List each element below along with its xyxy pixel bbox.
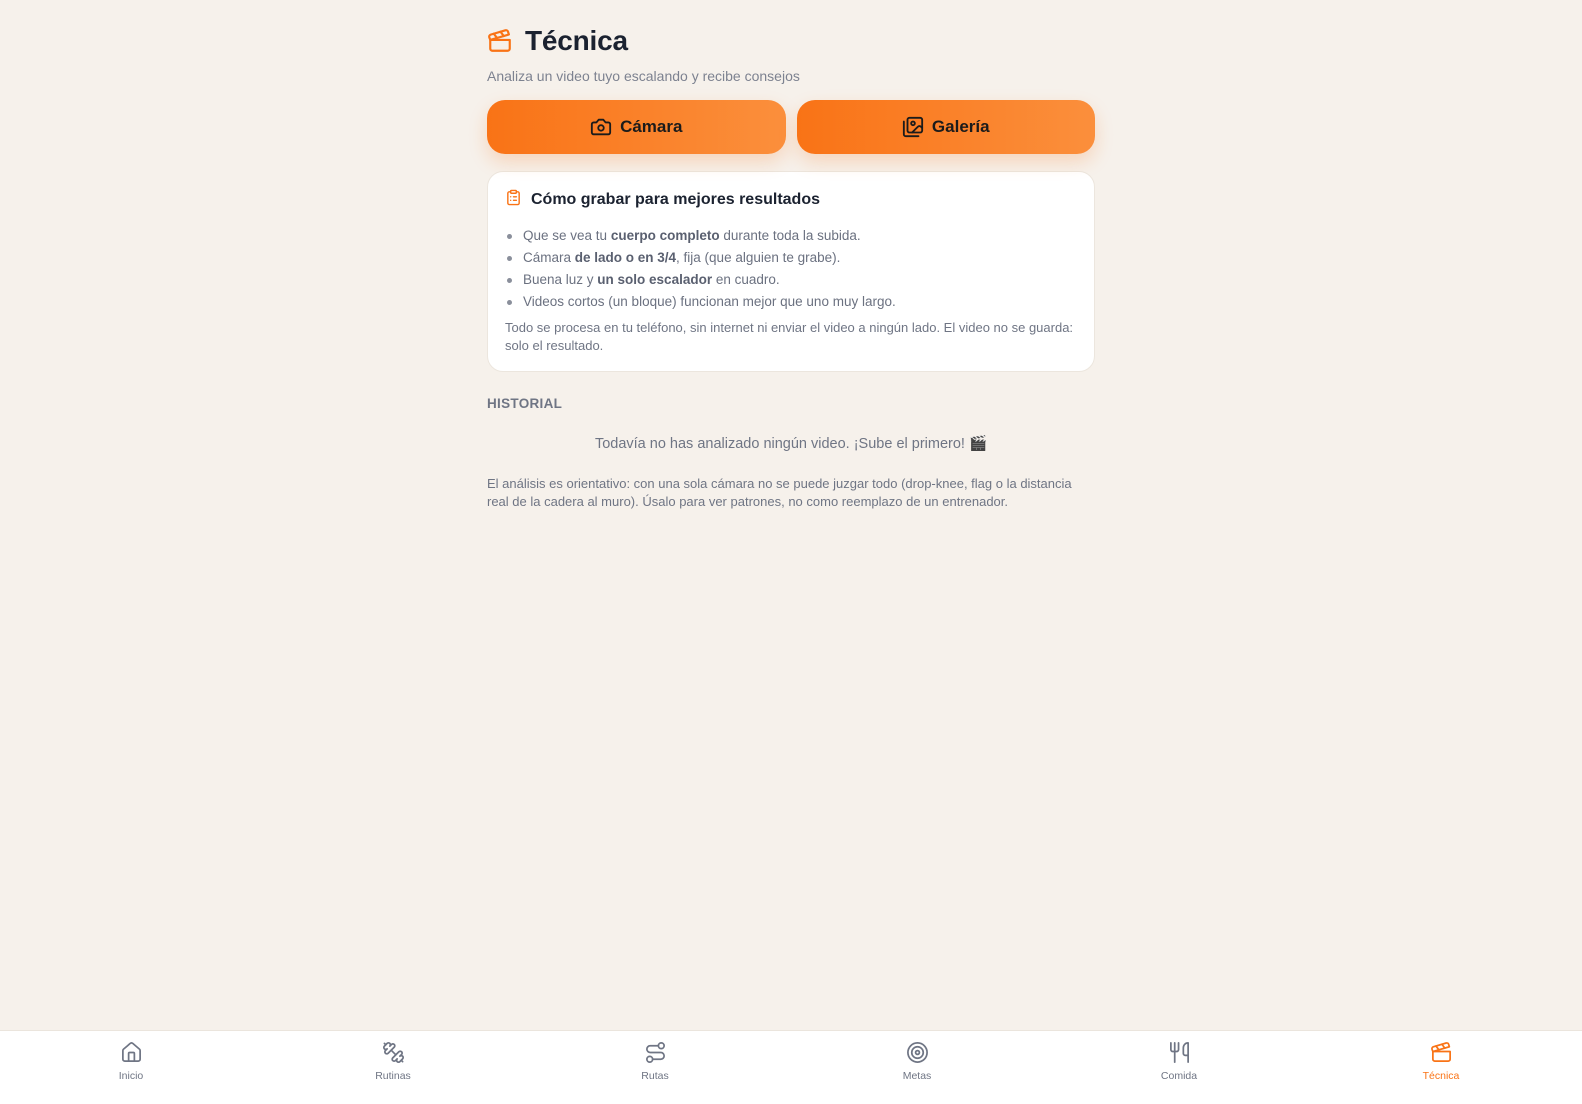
upload-actions: Cámara Galería — [487, 100, 1095, 154]
list-item: Cámara de lado o en 3/4, fija (que algui… — [505, 247, 1077, 269]
page-subtitle: Analiza un video tuyo escalando y recibe… — [487, 68, 800, 84]
nav-item-rutinas[interactable]: Rutinas — [343, 1041, 443, 1082]
nav-label: Inicio — [118, 1070, 144, 1082]
nav-label: Comida — [1160, 1070, 1198, 1082]
nav-item-tecnica[interactable]: Técnica — [1391, 1041, 1491, 1082]
route-icon — [644, 1041, 667, 1064]
page-header: Técnica — [487, 24, 1095, 58]
nav-item-metas[interactable]: Metas — [867, 1041, 967, 1082]
list-item: Videos cortos (un bloque) funcionan mejo… — [505, 291, 1077, 313]
dumbbell-icon — [382, 1041, 405, 1064]
gallery-button[interactable]: Galería — [796, 100, 1095, 154]
home-icon — [120, 1041, 143, 1064]
utensils-icon — [1168, 1041, 1191, 1064]
target-icon — [906, 1041, 929, 1064]
camera-button-label: Cámara — [620, 117, 683, 136]
nav-label: Metas — [902, 1070, 932, 1082]
history-empty-state: Todavía no has analizado ningún video. ¡… — [594, 436, 988, 452]
main-content: Técnica Analiza un video tuyo escalando … — [487, 24, 1095, 511]
clapperboard-icon — [487, 28, 513, 54]
list-item: Que se vea tu cuerpo completo durante to… — [505, 225, 1077, 247]
nav-item-rutas[interactable]: Rutas — [605, 1041, 705, 1082]
analysis-disclaimer: El análisis es orientativo: con una sola… — [487, 476, 1072, 509]
nav-label: Rutas — [641, 1070, 669, 1082]
history-heading: HISTORIAL — [487, 396, 563, 411]
images-icon — [902, 116, 924, 138]
page-title: Técnica — [525, 25, 628, 56]
nav-item-inicio[interactable]: Inicio — [81, 1041, 181, 1082]
app-page: Técnica Analiza un video tuyo escalando … — [0, 0, 1582, 1104]
tips-list: Que se vea tu cuerpo completo durante to… — [505, 225, 1077, 313]
list-item: Buena luz y un solo escalador en cuadro. — [505, 269, 1077, 291]
recording-tips-card: Cómo grabar para mejores resultados Que … — [487, 171, 1095, 372]
clapperboard-icon — [1430, 1041, 1453, 1064]
tips-card-header: Cómo grabar para mejores resultados — [505, 189, 1077, 211]
gallery-button-label: Galería — [931, 117, 990, 136]
clipboard-list-icon — [505, 189, 522, 211]
nav-label: Técnica — [1422, 1070, 1460, 1082]
camera-icon — [590, 116, 612, 138]
privacy-note: Todo se procesa en tu teléfono, sin inte… — [505, 320, 1074, 353]
tips-card-title: Cómo grabar para mejores resultados — [531, 191, 820, 208]
nav-item-comida[interactable]: Comida — [1129, 1041, 1229, 1082]
nav-label: Rutinas — [375, 1070, 411, 1082]
bottom-nav: Inicio Rutinas Rutas Metas Comida Técnic… — [0, 1030, 1582, 1104]
camera-button[interactable]: Cámara — [487, 100, 786, 154]
